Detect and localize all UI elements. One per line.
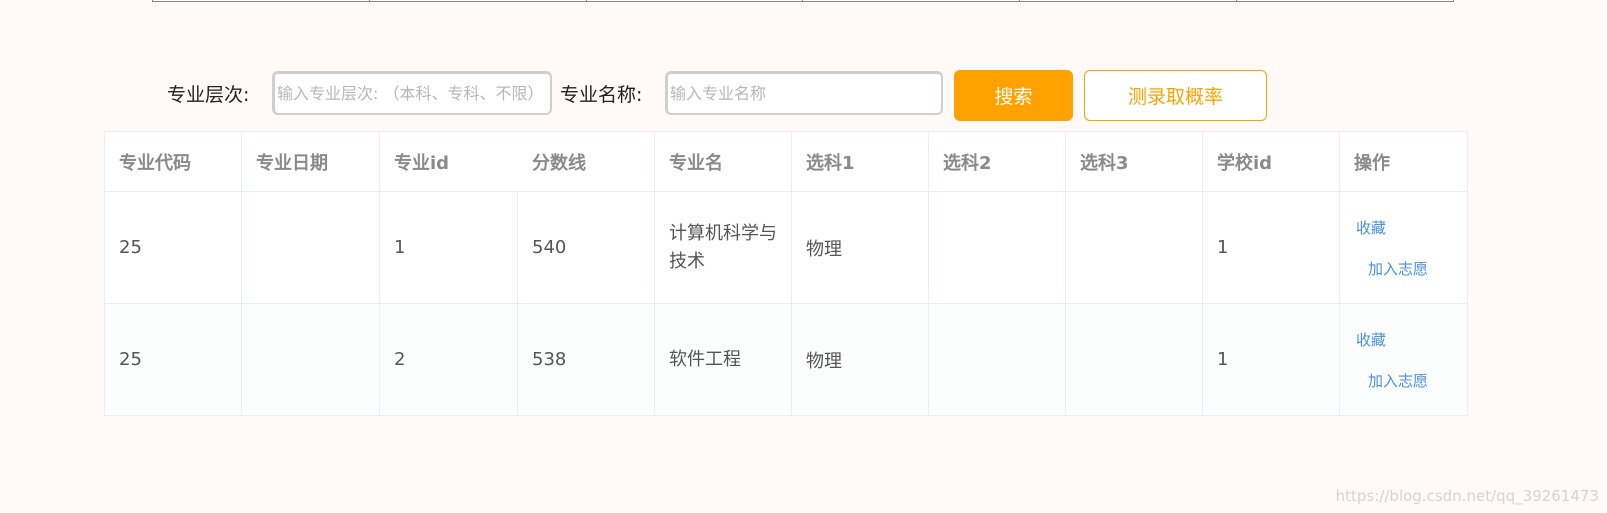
cell-name: 计算机科学与技术 [655,192,792,303]
search-button[interactable]: 搜索 [954,70,1073,121]
header-subject2: 选科2 [929,132,1066,191]
cell-name-text: 计算机科学与技术 [669,222,777,272]
header-code: 专业代码 [105,132,242,191]
level-label: 专业层次: [167,84,250,106]
level-input[interactable] [272,71,552,115]
cell-subject2 [929,304,1066,415]
favorite-link[interactable]: 收藏 [1356,217,1386,238]
header-subject3: 选科3 [1066,132,1203,191]
header-id: 专业id [394,152,450,174]
cell-id: 2 [380,304,518,415]
test-probability-button[interactable]: 测录取概率 [1084,70,1267,121]
cell-subject3 [1066,192,1203,303]
cell-code: 25 [105,304,242,415]
cell-subject1: 物理 [792,192,929,303]
favorite-link[interactable]: 收藏 [1356,329,1386,350]
majors-table: 专业代码 专业日期 专业id 分数线 专业名 选科1 选科2 选科3 学校id … [104,131,1468,416]
cell-school-id: 1 [1203,192,1340,303]
cell-date [242,192,380,303]
cell-name-text: 软件工程 [669,348,741,370]
cell-actions: 收藏 加入志愿 [1340,304,1467,415]
cell-school-id: 1 [1203,304,1340,415]
table-header: 专业代码 专业日期 专业id 分数线 专业名 选科1 选科2 选科3 学校id … [105,132,1467,192]
add-wish-link[interactable]: 加入志愿 [1368,258,1428,279]
cell-actions: 收藏 加入志愿 [1340,192,1467,303]
header-date: 专业日期 [242,132,380,191]
cell-subject1: 物理 [792,304,929,415]
header-name: 专业名 [655,132,792,191]
cell-date [242,304,380,415]
cell-score: 538 [518,304,655,415]
add-wish-link[interactable]: 加入志愿 [1368,370,1428,391]
cell-code: 25 [105,192,242,303]
table-row: 25 1 540 计算机科学与技术 物理 1 收藏 加入志愿 [105,192,1467,304]
header-school-id: 学校id [1203,132,1340,191]
table-row: 25 2 538 软件工程 物理 1 收藏 加入志愿 [105,304,1467,415]
search-bar: 专业层次: 专业名称: 搜索 测录取概率 [0,0,1607,130]
cell-score: 540 [518,192,655,303]
header-score: 分数线 [518,132,655,191]
cell-id: 1 [380,192,518,303]
cell-name: 软件工程 [655,304,792,415]
cell-subject3 [1066,304,1203,415]
page: 专业层次: 专业名称: 搜索 测录取概率 专业代码 专业日期 专业id 分数线 … [0,0,1607,513]
header-subject1: 选科1 [792,132,929,191]
major-name-input[interactable] [665,71,943,115]
header-actions: 操作 [1354,152,1390,174]
watermark: https://blog.csdn.net/qq_39261473 [1335,487,1599,505]
major-name-label: 专业名称: [560,84,643,106]
cell-subject2 [929,192,1066,303]
